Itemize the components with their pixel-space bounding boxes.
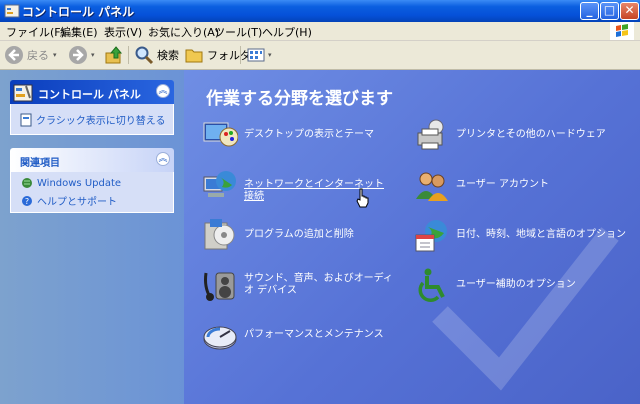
task-pane: コントロール パネル ︽ クラシック表示に切り替える 関連項目 ︽ Window… bbox=[0, 70, 184, 404]
printer-icon bbox=[417, 119, 444, 150]
category-sound-audio[interactable]: サウンド、音声、およびオーディオ デバイス bbox=[202, 267, 393, 303]
add-remove-programs-icon bbox=[204, 219, 235, 250]
back-label: 戻る bbox=[27, 49, 49, 62]
views-icon bbox=[247, 48, 265, 62]
category-label: ユーザー アカウント bbox=[456, 179, 549, 190]
desktop-theme-icon bbox=[203, 122, 238, 147]
menu-bar: ファイル(F) 編集(E) 表示(V) お気に入り(A) ツール(T) ヘルプ(… bbox=[0, 22, 640, 41]
control-panel-box-header[interactable]: コントロール パネル ︽ bbox=[10, 80, 174, 104]
folders-icon bbox=[185, 49, 203, 63]
control-panel-box-title: コントロール パネル bbox=[38, 88, 141, 101]
help-support-label: ヘルプとサポート bbox=[37, 197, 117, 208]
category-label: パフォーマンスとメンテナンス bbox=[244, 329, 384, 340]
user-accounts-icon bbox=[416, 172, 448, 201]
category-label: サウンド、音声、およびオーディオ デバイス bbox=[244, 273, 393, 296]
category-user-accounts[interactable]: ユーザー アカウント bbox=[414, 167, 634, 203]
window-title: コントロール パネル bbox=[22, 5, 135, 19]
accessibility-icon bbox=[418, 268, 445, 302]
related-topics-title: 関連項目 bbox=[20, 158, 60, 169]
windows-update-icon bbox=[22, 178, 32, 188]
menu-help[interactable]: ヘルプ(H) bbox=[262, 24, 312, 40]
svg-text:?: ? bbox=[25, 197, 29, 206]
category-label: 日付、時刻、地域と言語のオプション bbox=[456, 229, 626, 240]
category-label: プログラムの追加と削除 bbox=[244, 229, 354, 240]
up-folder-icon bbox=[105, 46, 123, 64]
help-support-link[interactable]: ? ヘルプとサポート bbox=[21, 193, 117, 208]
back-dropdown-icon[interactable]: ▾ bbox=[53, 51, 57, 59]
windows-update-link[interactable]: Windows Update bbox=[21, 177, 121, 189]
control-panel-icon bbox=[4, 4, 20, 18]
category-accessibility[interactable]: ユーザー補助のオプション bbox=[414, 267, 634, 303]
up-folder-button[interactable] bbox=[104, 45, 124, 65]
minimize-button[interactable]: _ bbox=[580, 2, 599, 20]
forward-button[interactable]: ▾ bbox=[68, 45, 95, 65]
switch-classic-view-label: クラシック表示に切り替える bbox=[36, 116, 166, 127]
page-heading: 作業する分野を選びます bbox=[206, 89, 393, 109]
sound-speaker-icon bbox=[204, 272, 235, 301]
menu-file[interactable]: ファイル(F) bbox=[6, 24, 65, 40]
forward-arrow-icon bbox=[69, 46, 87, 64]
category-printers-hardware[interactable]: プリンタとその他のハードウェア bbox=[414, 117, 634, 153]
related-topics-body: Windows Update ? ヘルプとサポート bbox=[10, 172, 174, 213]
back-button[interactable]: 戻る ▾ bbox=[4, 45, 57, 65]
hand-pointer-cursor-icon bbox=[356, 188, 369, 208]
category-label: ユーザー補助のオプション bbox=[456, 279, 576, 290]
search-button[interactable]: 検索 bbox=[134, 45, 179, 65]
folders-label: フォルダ bbox=[207, 49, 251, 62]
classic-view-icon bbox=[20, 113, 32, 126]
maximize-button[interactable]: □ bbox=[600, 2, 619, 20]
search-icon bbox=[135, 46, 154, 65]
category-date-time-language[interactable]: 日付、時刻、地域と言語のオプション bbox=[414, 217, 634, 253]
related-topics-box: 関連項目 ︽ Windows Update ? ヘルプとサポート bbox=[10, 148, 174, 213]
views-dropdown-icon: ▾ bbox=[268, 51, 272, 59]
category-performance-maintenance[interactable]: パフォーマンスとメンテナンス bbox=[202, 317, 392, 353]
related-topics-header[interactable]: 関連項目 ︽ bbox=[10, 148, 174, 172]
category-desktop-themes[interactable]: デスクトップの表示とテーマ bbox=[202, 117, 392, 153]
collapse-chevron-icon[interactable]: ︽ bbox=[156, 84, 170, 98]
help-icon: ? bbox=[22, 195, 32, 206]
toolbar: 戻る ▾ ▾ 検索 フォルダ ▾ bbox=[0, 41, 640, 70]
windows-logo-icon bbox=[610, 22, 634, 40]
back-arrow-icon bbox=[5, 46, 23, 64]
control-panel-box: コントロール パネル ︽ クラシック表示に切り替える bbox=[10, 80, 174, 135]
menu-favorites[interactable]: お気に入り(A) bbox=[148, 24, 219, 40]
search-label: 検索 bbox=[157, 49, 179, 62]
switch-classic-view-link[interactable]: クラシック表示に切り替える bbox=[20, 112, 166, 127]
menu-tools[interactable]: ツール(T) bbox=[214, 24, 262, 40]
collapse-chevron-icon[interactable]: ︽ bbox=[156, 152, 170, 166]
views-button[interactable]: ▾ bbox=[246, 45, 272, 65]
category-label: デスクトップの表示とテーマ bbox=[244, 129, 374, 140]
menu-edit[interactable]: 編集(E) bbox=[60, 24, 98, 40]
category-pane: 作業する分野を選びます デスクトップの表示とテーマ ネットワークとインターネット… bbox=[184, 70, 640, 404]
date-time-globe-icon bbox=[415, 220, 447, 252]
menu-view[interactable]: 表示(V) bbox=[104, 24, 142, 40]
control-panel-window: コントロール パネル _ □ ✕ ファイル(F) 編集(E) 表示(V) お気に… bbox=[0, 0, 640, 404]
title-bar[interactable]: コントロール パネル _ □ ✕ bbox=[0, 0, 640, 22]
forward-dropdown-icon[interactable]: ▾ bbox=[91, 51, 95, 59]
category-add-remove-programs[interactable]: プログラムの追加と削除 bbox=[202, 217, 392, 253]
control-panel-icon bbox=[13, 84, 33, 102]
windows-update-label: Windows Update bbox=[37, 177, 122, 189]
network-globe-icon bbox=[203, 171, 236, 197]
control-panel-box-body: クラシック表示に切り替える bbox=[10, 104, 174, 135]
performance-gauge-icon bbox=[203, 326, 237, 350]
close-button[interactable]: ✕ bbox=[620, 2, 639, 20]
category-label: プリンタとその他のハードウェア bbox=[456, 129, 606, 140]
